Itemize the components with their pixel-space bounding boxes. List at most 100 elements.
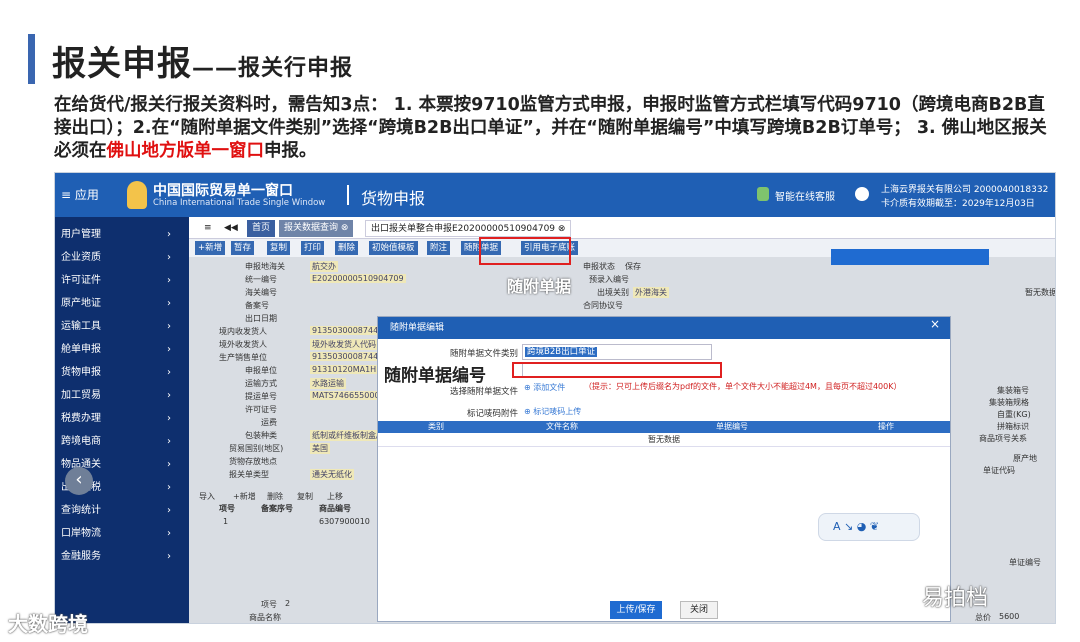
- callout-highlight-box: [479, 237, 571, 265]
- add-button[interactable]: +新增: [195, 241, 226, 255]
- field-label: 申报单位: [245, 366, 277, 375]
- user-icon[interactable]: [855, 187, 869, 201]
- list-toolbar-item[interactable]: 导入: [199, 491, 215, 502]
- field-value[interactable]: 通关无纸化: [310, 469, 354, 480]
- choose-file-label: 选择随附单据文件: [449, 387, 518, 397]
- list-header: 项号: [219, 504, 235, 513]
- sidebar-item[interactable]: 许可证件 ›: [55, 269, 189, 292]
- highlight-block: [831, 249, 989, 265]
- title-separator: [347, 185, 349, 205]
- list-header: 商品编号: [319, 504, 351, 513]
- field-label: 总价: [975, 613, 991, 622]
- sidebar-item[interactable]: 加工贸易 ›: [55, 384, 189, 407]
- field-label: 境内收发货人: [219, 327, 267, 336]
- card-expiry: 卡介质有效期截至：2029年12月03日: [881, 199, 1035, 209]
- category-select[interactable]: 跨境B2B出口单证: [522, 344, 712, 360]
- attachments-table-header: 类别 文件名称 单据编号 操作: [378, 421, 950, 433]
- field-label: 货物存放地点: [229, 457, 277, 466]
- chevron-right-icon: ›: [167, 436, 171, 447]
- list-cell[interactable]: 6307900010: [319, 517, 370, 526]
- field-label: 贸易国别(地区): [229, 444, 284, 453]
- field-label: 包装种类: [245, 431, 277, 440]
- field-label: 预录入编号: [589, 275, 629, 284]
- tab-declaration[interactable]: 出口报关单整合申报E20200000510904709 ⊗: [365, 220, 572, 237]
- right-panel-label: 原产地: [1013, 454, 1037, 463]
- sidebar-item[interactable]: 原产地证 ›: [55, 292, 189, 315]
- close-button[interactable]: 关闭: [680, 601, 718, 619]
- sidebar-item[interactable]: 查询统计 ›: [55, 499, 189, 522]
- close-icon[interactable]: ×: [930, 317, 940, 331]
- col-header: 类别: [428, 422, 444, 431]
- form-toolbar: +新增 暂存 复制 打印 删除 初始值模板 附注 随附单据 引用电子底账: [195, 241, 725, 257]
- chevron-right-icon: ›: [167, 390, 171, 401]
- sidebar-item[interactable]: 舱单申报 ›: [55, 338, 189, 361]
- screenshot-frame: ≡ 应用 中国国际贸易单一窗口 China International Trad…: [54, 172, 1056, 624]
- sidebar-item[interactable]: 货物申报 ›: [55, 361, 189, 384]
- tab-menu-icon[interactable]: ≡: [199, 220, 217, 237]
- chevron-right-icon: ›: [167, 413, 171, 424]
- template-button[interactable]: 初始值模板: [369, 241, 418, 255]
- field-value: 2: [285, 599, 291, 608]
- attached-docs-dialog: 随附单据编辑 × 随附单据文件类别 跨境B2B出口单证 随附单据编号 选择随附单…: [377, 316, 951, 622]
- right-panel-label: 单证编号: [1009, 558, 1041, 567]
- field-value: 5600: [999, 612, 1020, 621]
- save-draft-button[interactable]: 暂存: [231, 241, 255, 255]
- sidebar-item[interactable]: 运输工具 ›: [55, 315, 189, 338]
- field-label: 运费: [261, 418, 277, 427]
- tab-home[interactable]: 首页: [247, 220, 276, 237]
- chevron-right-icon: ›: [167, 275, 171, 286]
- category-label: 随附单据文件类别: [449, 349, 518, 359]
- delete-button[interactable]: 删除: [335, 241, 359, 255]
- list-toolbar-item[interactable]: +新增: [233, 491, 256, 502]
- field-value[interactable]: 航交办: [310, 261, 338, 272]
- field-label: 海关编号: [245, 288, 277, 297]
- field-label: 运输方式: [245, 379, 277, 388]
- app-menu-button[interactable]: ≡ 应用: [61, 186, 99, 203]
- right-panel-label: 拼箱标识: [997, 422, 1029, 431]
- copy-button[interactable]: 复制: [267, 241, 291, 255]
- dialog-title: 随附单据编辑: [390, 323, 445, 333]
- right-panel-label: 商品项号关系: [979, 434, 1027, 443]
- list-cell[interactable]: 1: [223, 517, 228, 526]
- right-panel-label: 自重(KG): [997, 410, 1031, 419]
- online-service-link[interactable]: 智能在线客服: [775, 188, 835, 203]
- field-label: 提运单号: [245, 392, 277, 401]
- sidebar-item[interactable]: 金融服务 ›: [55, 545, 189, 568]
- sidebar-item[interactable]: 跨境电商 ›: [55, 430, 189, 453]
- field-value: 保存: [625, 262, 641, 271]
- chevron-right-icon: ›: [167, 528, 171, 539]
- print-button[interactable]: 打印: [301, 241, 325, 255]
- add-file-link[interactable]: ⊕ 添加文件: [524, 382, 565, 393]
- torch-logo-icon: [127, 181, 147, 209]
- list-toolbar-item[interactable]: 上移: [327, 491, 343, 502]
- upload-save-button[interactable]: 上传/保存: [610, 601, 662, 619]
- field-value[interactable]: 美国: [310, 443, 330, 454]
- tab-query[interactable]: 报关数据查询 ⊗: [279, 220, 354, 237]
- chevron-right-icon: ›: [167, 229, 171, 240]
- chevron-right-icon: ›: [167, 505, 171, 516]
- logo-cn: 中国国际贸易单一窗口: [153, 183, 293, 199]
- col-header: 操作: [878, 422, 894, 431]
- sidebar-item[interactable]: 企业资质 ›: [55, 246, 189, 269]
- chevron-right-icon: ›: [167, 344, 171, 355]
- field-value[interactable]: E20200000510904709: [310, 274, 406, 283]
- list-toolbar-item[interactable]: 删除: [267, 491, 283, 502]
- field-value[interactable]: 外港海关: [633, 287, 669, 298]
- service-icon[interactable]: [757, 187, 769, 201]
- sidebar-item[interactable]: 口岸物流 ›: [55, 522, 189, 545]
- col-header: 文件名称: [546, 422, 578, 431]
- field-value[interactable]: 境外收发货人代码: [310, 339, 378, 350]
- chevron-right-icon: ›: [167, 252, 171, 263]
- sidebar-item[interactable]: 税费办理 ›: [55, 407, 189, 430]
- chevron-right-icon: ›: [167, 367, 171, 378]
- chevron-left-icon[interactable]: ‹: [65, 467, 93, 495]
- note-button[interactable]: 附注: [427, 241, 451, 255]
- field-value[interactable]: MATS746655000: [310, 391, 382, 400]
- field-value[interactable]: 水路运输: [310, 378, 346, 389]
- watermark-right: 易拍档: [922, 586, 989, 611]
- list-toolbar-item[interactable]: 复制: [297, 491, 313, 502]
- tab-prev-icon[interactable]: ◀◀: [219, 220, 243, 237]
- sidebar-item[interactable]: 用户管理 ›: [55, 223, 189, 246]
- mark-upload-link[interactable]: ⊕ 标记唛码上传: [524, 406, 581, 417]
- field-label: 项号: [261, 600, 277, 609]
